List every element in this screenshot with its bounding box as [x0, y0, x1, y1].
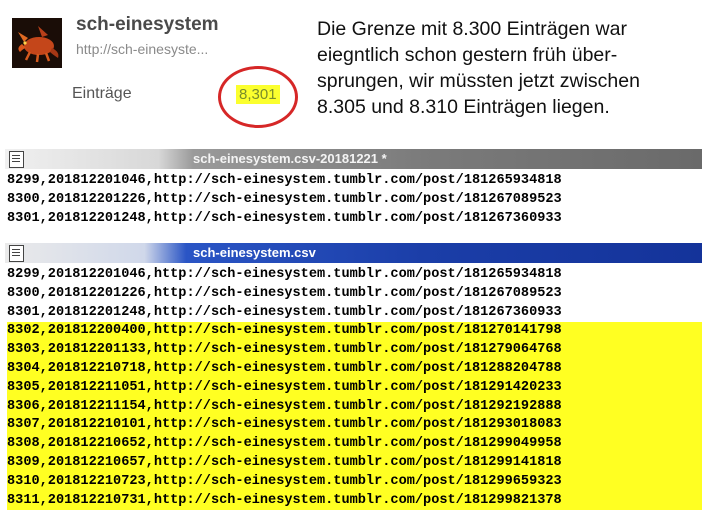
new-file-content[interactable]: 8299,201812201046,http://sch-einesystem.… — [5, 263, 702, 511]
highlighted-line: 8304,201812210718,http://sch-einesystem.… — [7, 359, 702, 379]
new-file-titlebar[interactable]: sch-einesystem.csv — [5, 243, 702, 263]
old-file-window: sch-einesystem.csv-20181221 * 8299,20181… — [5, 149, 702, 231]
highlighted-line: 8311,201812210731,http://sch-einesystem.… — [7, 491, 702, 511]
new-file-window: sch-einesystem.csv 8299,201812201046,htt… — [5, 243, 702, 523]
old-file-titlebar[interactable]: sch-einesystem.csv-20181221 * — [5, 149, 702, 169]
highlighted-line: 8306,201812211154,http://sch-einesystem.… — [7, 397, 702, 417]
entries-count: 8,301 — [236, 85, 280, 104]
new-file-title: sch-einesystem.csv — [193, 245, 316, 260]
dragon-avatar-icon[interactable] — [12, 18, 62, 68]
entries-label: Einträge — [72, 85, 132, 102]
highlighted-line: 8305,201812211051,http://sch-einesystem.… — [7, 378, 702, 398]
highlighted-line: 8302,201812200400,http://sch-einesystem.… — [7, 322, 702, 342]
text-line: 8300,201812201226,http://sch-einesystem.… — [7, 285, 562, 301]
highlighted-line: 8309,201812210657,http://sch-einesystem.… — [7, 453, 702, 473]
entries-count-annotation: 8,301 — [218, 66, 298, 128]
text-line: 8299,201812201046,http://sch-einesystem.… — [7, 267, 562, 282]
highlighted-line: 8308,201812210652,http://sch-einesystem.… — [7, 435, 702, 454]
blog-url[interactable]: http://sch-einesyste... — [76, 41, 208, 57]
text-line: 8301,201812201248,http://sch-einesystem.… — [7, 304, 562, 320]
notepad-file-icon — [9, 151, 24, 168]
highlighted-line: 8303,201812201133,http://sch-einesystem.… — [7, 341, 702, 360]
blog-name[interactable]: sch-einesystem — [76, 14, 219, 36]
notepad-file-icon — [9, 245, 24, 262]
old-file-content[interactable]: 8299,201812201046,http://sch-einesystem.… — [5, 169, 702, 228]
text-line: 8301,201812201248,http://sch-einesystem.… — [7, 210, 562, 226]
highlighted-line: 8310,201812210723,http://sch-einesystem.… — [7, 472, 702, 492]
text-line: 8299,201812201046,http://sch-einesystem.… — [7, 173, 562, 188]
text-line: 8300,201812201226,http://sch-einesystem.… — [7, 191, 562, 207]
blog-card: sch-einesystem http://sch-einesyste... E… — [0, 0, 300, 140]
highlighted-line: 8307,201812210101,http://sch-einesystem.… — [7, 416, 702, 436]
old-file-title: sch-einesystem.csv-20181221 * — [193, 151, 387, 166]
annotation-note: Die Grenze mit 8.300 Einträgen war eiegn… — [317, 18, 640, 118]
